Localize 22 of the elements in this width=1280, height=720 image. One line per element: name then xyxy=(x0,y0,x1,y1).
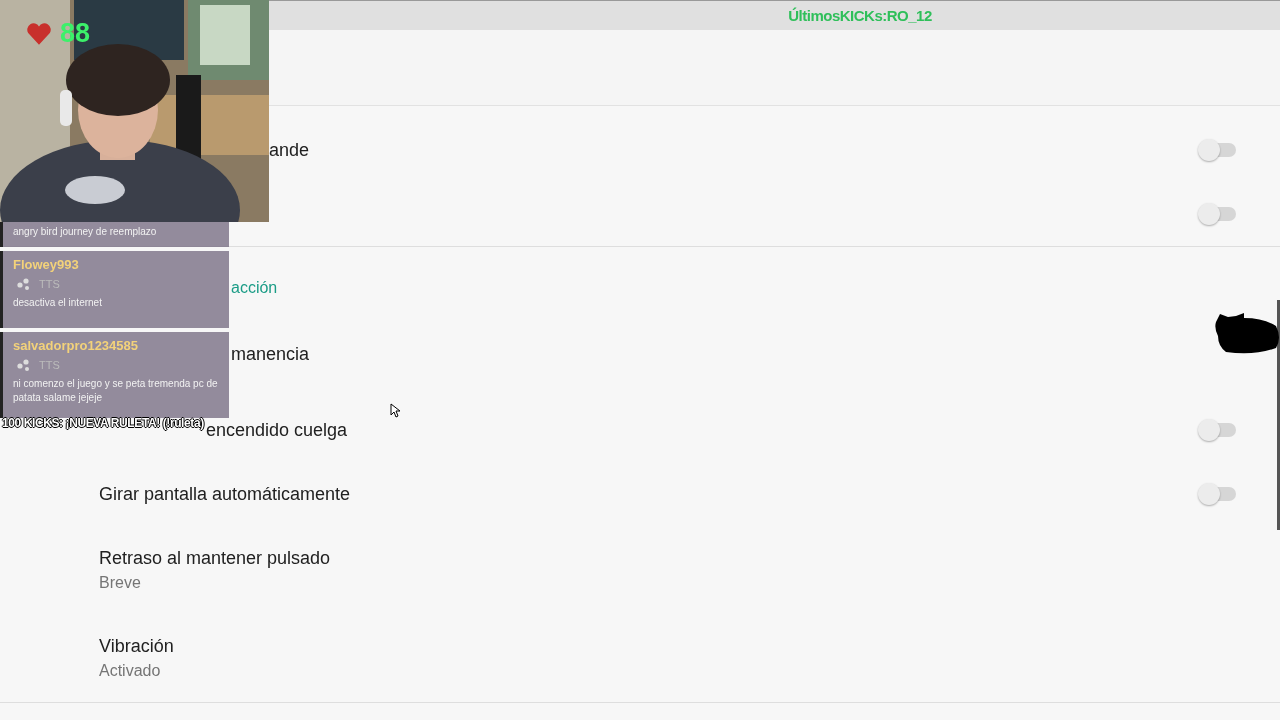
setting-title: Vibración xyxy=(99,634,174,657)
kicks-goal-text: 100 KICKS: ¡NUEVA RULETA! (!ruleta) xyxy=(2,416,204,430)
setting-summary: Activado xyxy=(99,660,161,681)
setting-title: Girar pantalla automáticamente xyxy=(99,483,351,505)
chat-text: desactiva el internet xyxy=(13,296,103,310)
chat-text: angry bird journey de reemplazo xyxy=(13,225,158,239)
dots-icon xyxy=(17,359,31,371)
cursor-icon xyxy=(390,403,400,418)
chat-username: Flowey993 xyxy=(13,257,80,272)
setting-title: encendido cuelga xyxy=(206,419,348,441)
sticker xyxy=(1214,312,1280,354)
chat-text: ni comenzo el juego y se peta tremenda pc de patata salame jejeje xyxy=(13,377,219,405)
setting-summary: Breve xyxy=(99,572,141,593)
setting-title: ande xyxy=(269,139,310,161)
latest-kicks-text: ÚltimosKICKs:RO_12 xyxy=(788,7,932,24)
dots-icon xyxy=(17,278,31,290)
setting-title: manencia xyxy=(231,343,310,365)
heart-icon xyxy=(26,21,52,46)
chat-username: salvadorpro1234585 xyxy=(13,338,140,353)
section-header: acción xyxy=(231,278,278,298)
setting-title: Retraso al mantener pulsado xyxy=(99,546,331,569)
scrollbar[interactable] xyxy=(1277,300,1280,530)
